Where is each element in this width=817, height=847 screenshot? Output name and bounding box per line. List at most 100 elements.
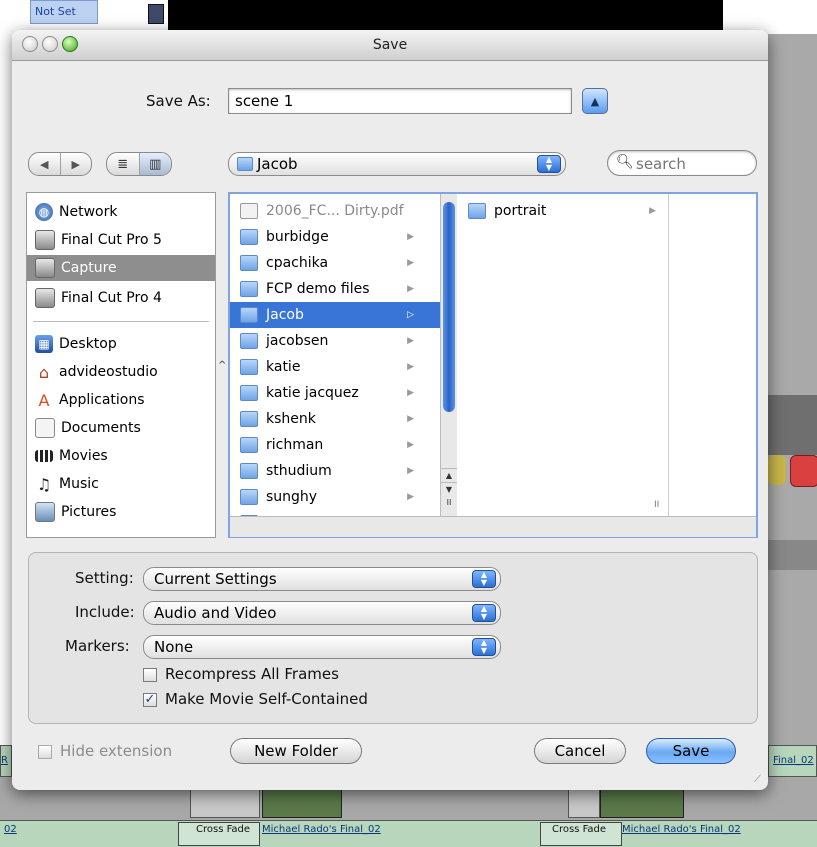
view-mode-control: ≣ ▥ [106,152,172,176]
browser-column-1: 2006_FC... Dirty.pdf burbidge ▶ cpachika… [230,194,443,516]
sidebar-item-desktop[interactable]: ▦ Desktop [27,331,215,357]
hard-drive-icon [35,230,55,250]
folder-row[interactable]: cpachika ▶ [230,250,442,276]
sidebar-item-pictures[interactable]: Pictures [27,499,215,525]
popup-arrows-icon: ▲ ▼ [472,604,496,622]
sidebar-item-label: Final Cut Pro 5 [61,232,162,248]
folder-name: portrait [494,203,547,219]
scroll-up-icon[interactable]: ▲ [441,468,457,483]
file-name: 2006_FC... Dirty.pdf [266,203,404,219]
markers-popup[interactable]: None ▲ ▼ [143,635,501,659]
sidebar-item-label: Documents [61,420,141,436]
back-arrow-icon[interactable]: ◀ [29,153,60,175]
column-1-scrollbar[interactable]: ▲ ▼ II [440,194,457,516]
pdf-document-icon [240,203,258,219]
folder-row[interactable]: sunghy ▶ [230,484,442,510]
forward-arrow-icon[interactable]: ▶ [59,153,92,175]
include-popup[interactable]: Audio and Video ▲ ▼ [143,601,501,625]
folder-icon [240,281,258,297]
recompress-checkbox[interactable] [143,668,157,682]
sidebar-item-music[interactable]: ♫ Music [27,471,215,497]
folder-row[interactable]: jacobsen ▶ [230,328,442,354]
chevron-right-icon: ▷ [407,310,414,320]
save-dialog: Save Save As: ▲ ◀ ▶ ≣ ▥ Jacob ▲▼ 🔍︎ ◍ Ne… [12,30,768,790]
background-clip-label: Cross Fade [552,824,607,835]
folder-name: Jacob [266,307,304,323]
sidebar-resize-icon[interactable]: ^ [218,360,226,371]
search-field[interactable]: 🔍︎ [607,150,757,176]
folder-icon [240,255,258,271]
sidebar-item-final-cut-pro-4[interactable]: Final Cut Pro 4 [27,285,215,311]
export-options-box: Setting: Current Settings ▲ ▼ Include: Au… [28,552,758,724]
sidebar-item-label: Final Cut Pro 4 [61,290,162,306]
save-button[interactable]: Save [646,738,736,764]
column-resize-icon[interactable]: II [654,500,659,510]
setting-popup-value: Current Settings [154,570,277,588]
location-popup[interactable]: Jacob ▲ ▼ [228,152,566,176]
folder-name: sunghy [266,489,318,505]
chevron-right-icon: ▶ [407,440,414,450]
folder-row[interactable]: katie jacquez ▶ [230,380,442,406]
hide-extension-checkbox[interactable] [38,745,52,759]
window-title: Save [372,37,408,53]
self-contained-checkbox[interactable]: ✓ [143,693,157,707]
folder-row[interactable]: kshenk ▶ [230,406,442,432]
folder-row-selected[interactable]: Jacob ▷ [230,302,442,328]
browser-column-3 [668,194,758,516]
sidebar-item-label: advideostudio [59,364,158,380]
resize-grip-icon[interactable]: ⟋ [754,774,761,785]
home-icon: ⌂ [38,362,50,382]
setting-popup[interactable]: Current Settings ▲ ▼ [143,567,501,591]
chevron-right-icon: ▶ [407,414,414,424]
sidebar-item-capture[interactable]: Capture [27,255,215,281]
sidebar-item-advideostudio[interactable]: ⌂ advideostudio [27,359,215,385]
cancel-button[interactable]: Cancel [534,738,626,764]
sidebar-item-movies[interactable]: Movies [27,443,215,469]
folder-row[interactable]: portrait ▶ [458,198,668,224]
back-forward-control: ◀ ▶ [28,152,92,176]
new-folder-button[interactable]: New Folder [230,738,362,764]
file-browser: 2006_FC... Dirty.pdf burbidge ▶ cpachika… [228,192,758,538]
sidebar-item-applications[interactable]: A Applications [27,387,215,413]
column-view-icon[interactable]: ▥ [138,153,171,175]
title-bar[interactable]: Save [12,30,768,61]
folder-icon [240,333,258,349]
folder-row[interactable]: FCP demo files ▶ [230,276,442,302]
column-resize-icon[interactable]: II [441,496,457,510]
folder-icon [240,463,258,479]
documents-icon [35,418,55,438]
folder-name: FCP demo files [266,281,370,297]
chevron-right-icon: ▶ [407,388,414,398]
folder-icon [240,385,258,401]
file-row[interactable]: 2006_FC... Dirty.pdf [230,198,442,224]
background-clip-label: Michael Rado's Final_02 [622,824,741,835]
scrollbar-thumb[interactable] [443,202,455,412]
folder-icon [468,203,486,219]
hard-drive-icon [35,288,55,308]
disclosure-button[interactable]: ▲ [582,88,608,114]
folder-row[interactable]: richman ▶ [230,432,442,458]
background-yellow-button [768,455,786,485]
sidebar-item-network[interactable]: ◍ Network [27,199,215,225]
folder-name: katie jacquez [266,385,359,401]
sidebar-item-label: Movies [59,448,108,464]
scroll-down-icon[interactable]: ▼ [441,482,457,497]
horizontal-scrollbar[interactable] [230,516,756,537]
folder-row[interactable]: burbidge ▶ [230,224,442,250]
setting-label: Setting: [75,569,134,587]
sidebar-item-label: Desktop [59,336,117,352]
sidebar-item-documents[interactable]: Documents [27,415,215,441]
chevron-right-icon: ▶ [407,336,414,346]
sidebar-item-final-cut-pro-5[interactable]: Final Cut Pro 5 [27,227,215,253]
chevron-right-icon: ▶ [407,232,414,242]
save-as-label: Save As: [146,92,211,110]
list-view-icon[interactable]: ≣ [107,153,139,175]
popup-arrows-icon: ▲ ▼ [472,638,496,656]
search-input[interactable] [634,153,748,175]
background-clip-label: Cross Fade [196,824,251,835]
folder-row[interactable]: sthudium ▶ [230,458,442,484]
disclosure-triangle-icon: ▲ [590,94,600,108]
save-as-input[interactable] [228,88,572,114]
markers-popup-value: None [154,638,194,656]
folder-row[interactable]: katie ▶ [230,354,442,380]
